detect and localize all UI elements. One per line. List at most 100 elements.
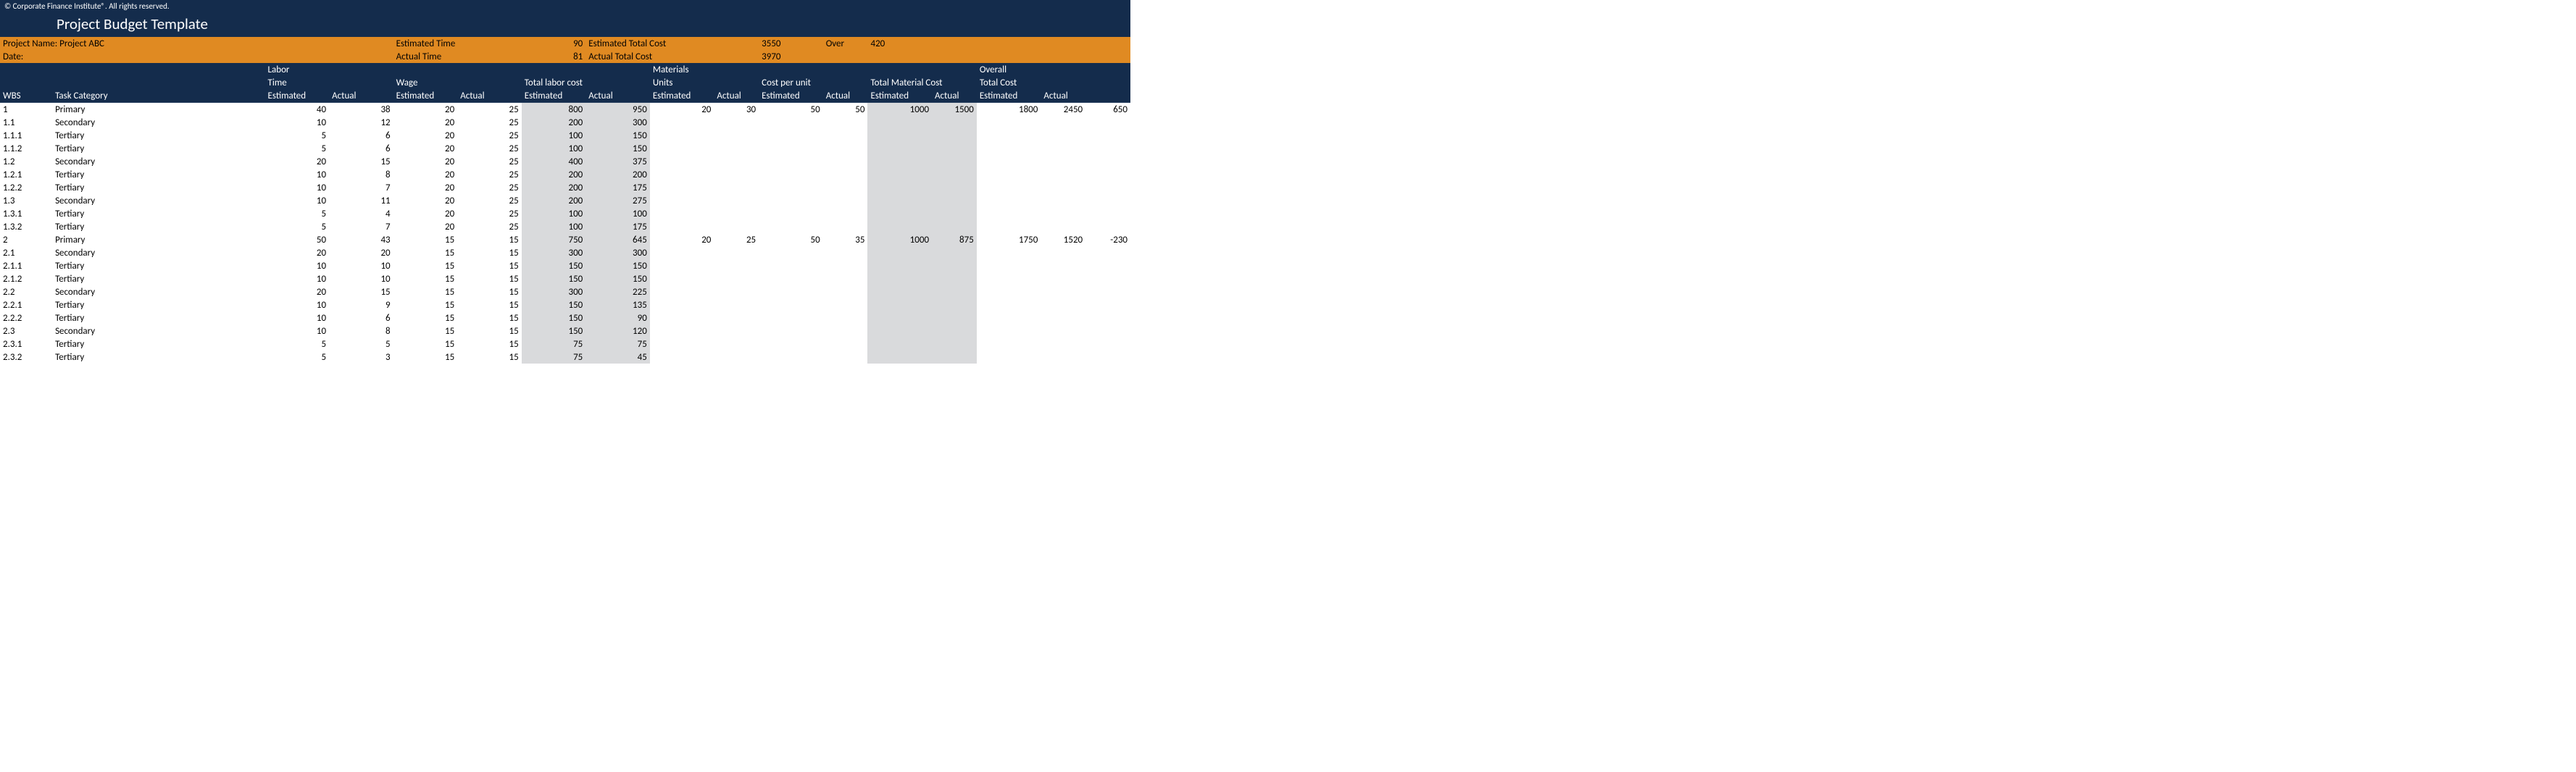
- cell-cpa: [823, 351, 868, 364]
- cell-ta: 6: [329, 142, 393, 155]
- cell-wa: 15: [457, 233, 522, 246]
- cell-tca: [1041, 181, 1085, 194]
- cell-ta: 8: [329, 168, 393, 181]
- cell-mca: [932, 168, 977, 181]
- cell-task: Tertiary: [52, 142, 264, 155]
- cell-var: [1085, 194, 1130, 207]
- est-time-value: 90: [522, 37, 586, 50]
- cell-task: Secondary: [52, 116, 264, 129]
- cell-cpa: 35: [823, 233, 868, 246]
- cell-mce: [867, 246, 932, 259]
- cell-mca: [932, 220, 977, 233]
- cell-task: Tertiary: [52, 351, 264, 364]
- act-total-cost-value: 3970: [759, 50, 823, 63]
- cell-ue: [650, 207, 714, 220]
- cell-task: Tertiary: [52, 311, 264, 324]
- summary-row-1: Project Name: Project ABC Estimated Time…: [0, 37, 1130, 50]
- cell-we: 20: [393, 207, 458, 220]
- hdr-wbs: WBS: [0, 89, 52, 103]
- cell-cpa: [823, 142, 868, 155]
- act-time-label: Actual Time: [393, 50, 522, 63]
- act-total-cost-label: Actual Total Cost: [585, 50, 714, 63]
- cell-wa: 15: [457, 272, 522, 285]
- cell-ue: [650, 272, 714, 285]
- cell-tce: [977, 351, 1041, 364]
- cell-we: 15: [393, 324, 458, 337]
- cell-lce: 150: [522, 298, 586, 311]
- cell-var: [1085, 337, 1130, 351]
- cell-tca: [1041, 116, 1085, 129]
- header-row-3: WBS Task Category EstimatedActual Estima…: [0, 89, 1130, 103]
- cell-cpa: [823, 298, 868, 311]
- cell-var: [1085, 181, 1130, 194]
- cell-tca: [1041, 259, 1085, 272]
- cell-mce: [867, 207, 932, 220]
- cell-tca: [1041, 324, 1085, 337]
- cell-ta: 8: [329, 324, 393, 337]
- cell-tce: [977, 285, 1041, 298]
- cell-we: 15: [393, 233, 458, 246]
- cell-wa: 25: [457, 155, 522, 168]
- cell-mce: [867, 142, 932, 155]
- cell-ua: [714, 272, 759, 285]
- cell-lca: 645: [585, 233, 650, 246]
- cell-cpe: [759, 116, 823, 129]
- table-row: 1.1.2Tertiary562025100150: [0, 142, 1130, 155]
- cell-wbs: 2.2: [0, 285, 52, 298]
- cell-tca: [1041, 311, 1085, 324]
- cell-tca: [1041, 246, 1085, 259]
- cell-we: 15: [393, 272, 458, 285]
- cell-te: 10: [265, 168, 330, 181]
- cell-tca: [1041, 194, 1085, 207]
- cell-tce: [977, 324, 1041, 337]
- cell-mce: [867, 298, 932, 311]
- table-row: 1Primary40382025800950203050501000150018…: [0, 103, 1130, 117]
- cell-we: 15: [393, 259, 458, 272]
- cell-we: 20: [393, 155, 458, 168]
- cell-cpa: [823, 155, 868, 168]
- cell-te: 50: [265, 233, 330, 246]
- table-row: 2.3.2Tertiary5315157545: [0, 351, 1130, 364]
- cell-wbs: 1.2.2: [0, 181, 52, 194]
- cell-mce: 1000: [867, 103, 932, 117]
- cell-lce: 200: [522, 116, 586, 129]
- cell-ta: 10: [329, 259, 393, 272]
- cell-we: 15: [393, 298, 458, 311]
- table-row: 1.2Secondary20152025400375: [0, 155, 1130, 168]
- table-row: 1.2.1Tertiary1082025200200: [0, 168, 1130, 181]
- cell-task: Tertiary: [52, 168, 264, 181]
- cell-cpa: [823, 194, 868, 207]
- cell-mce: [867, 181, 932, 194]
- table-row: 2Primary50431515750645202550351000875175…: [0, 233, 1130, 246]
- cell-ta: 7: [329, 220, 393, 233]
- cell-te: 20: [265, 155, 330, 168]
- cell-cpe: [759, 129, 823, 142]
- act-time-value: 81: [522, 50, 586, 63]
- cell-ta: 5: [329, 337, 393, 351]
- cell-te: 10: [265, 116, 330, 129]
- cell-ue: [650, 351, 714, 364]
- cell-cpe: [759, 142, 823, 155]
- table-row: 2.2.2Tertiary106151515090: [0, 311, 1130, 324]
- cell-task: Tertiary: [52, 207, 264, 220]
- cell-task: Tertiary: [52, 298, 264, 311]
- cell-cpa: [823, 168, 868, 181]
- cell-we: 20: [393, 116, 458, 129]
- cell-we: 20: [393, 181, 458, 194]
- cell-cpa: [823, 259, 868, 272]
- cell-cpa: [823, 246, 868, 259]
- cell-ua: [714, 129, 759, 142]
- cell-mca: [932, 272, 977, 285]
- table-row: 2.3.1Tertiary5515157575: [0, 337, 1130, 351]
- cell-lca: 150: [585, 142, 650, 155]
- cell-var: [1085, 324, 1130, 337]
- cell-lca: 135: [585, 298, 650, 311]
- cell-lca: 100: [585, 207, 650, 220]
- cell-tce: [977, 246, 1041, 259]
- cell-task: Secondary: [52, 155, 264, 168]
- cell-task: Tertiary: [52, 129, 264, 142]
- cell-ue: [650, 129, 714, 142]
- cell-wbs: 2.3.1: [0, 337, 52, 351]
- cell-var: [1085, 351, 1130, 364]
- cell-lce: 100: [522, 207, 586, 220]
